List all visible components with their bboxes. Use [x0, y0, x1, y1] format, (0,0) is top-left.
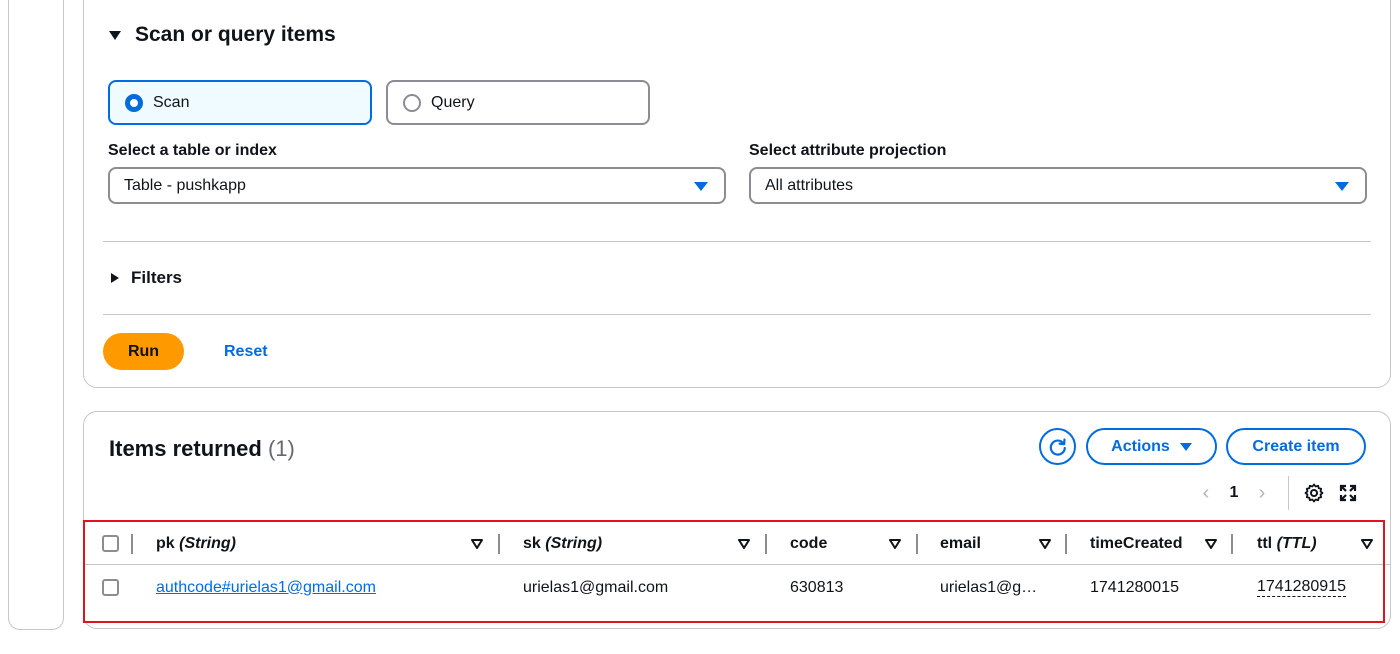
side-navigation-rail: [8, 0, 64, 630]
column-type: (TTL): [1276, 534, 1317, 552]
expand-icon: [1339, 484, 1357, 502]
column-separator[interactable]: [916, 534, 918, 554]
column-header-timecreated[interactable]: timeCreated: [1090, 522, 1182, 565]
table-header: pk (String) sk (String) code email timeC…: [84, 522, 1390, 565]
column-name: timeCreated: [1090, 534, 1183, 552]
projection-select[interactable]: All attributes: [749, 167, 1367, 204]
table-select-value: Table - pushkapp: [124, 176, 246, 194]
query-mode-label: Query: [431, 93, 475, 111]
items-title: Items returned (1): [109, 436, 295, 462]
refresh-icon: [1049, 437, 1066, 456]
divider: [103, 314, 1371, 315]
column-name: email: [940, 534, 981, 552]
filters-label: Filters: [131, 268, 183, 287]
dropdown-caret-icon: [694, 182, 708, 191]
column-name: ttl: [1257, 534, 1273, 552]
actions-button[interactable]: Actions: [1086, 428, 1217, 465]
chevron-left-icon[interactable]: ‹: [1194, 481, 1218, 505]
column-header-pk[interactable]: pk (String): [156, 522, 236, 565]
page-number[interactable]: 1: [1218, 484, 1250, 502]
items-count: (1): [267, 436, 295, 461]
sk-value: urielas1@gmail.com: [523, 578, 669, 596]
code-value: 630813: [790, 578, 844, 596]
scan-query-panel: Scan or query items Scan Query Select a …: [83, 0, 1391, 388]
refresh-button[interactable]: [1039, 428, 1076, 465]
radio-unchecked-icon[interactable]: [403, 93, 421, 112]
column-header-ttl[interactable]: ttl (TTL): [1257, 522, 1317, 565]
table-row[interactable]: authcode#urielas1@gmail.com urielas1@gma…: [84, 566, 1390, 612]
projection-select-value: All attributes: [765, 176, 854, 194]
caret-down-icon: [109, 30, 121, 40]
settings-button[interactable]: [1301, 480, 1327, 506]
column-separator[interactable]: [1231, 534, 1233, 554]
divider: [1288, 476, 1289, 510]
column-name: code: [790, 534, 828, 552]
pagination: ‹ 1 ›: [1194, 476, 1369, 510]
projection-select-label: Select attribute projection: [749, 142, 947, 159]
actions-label: Actions: [1111, 437, 1170, 455]
create-item-label: Create item: [1252, 437, 1340, 455]
divider: [103, 241, 1371, 242]
column-separator[interactable]: [1065, 534, 1067, 554]
scan-mode-tile[interactable]: Scan: [108, 80, 372, 125]
column-name: pk: [156, 534, 175, 552]
pk-link[interactable]: authcode#urielas1@gmail.com: [156, 579, 376, 597]
column-type: (String): [545, 534, 603, 552]
table-select-label: Select a table or index: [108, 142, 277, 159]
column-separator[interactable]: [498, 534, 500, 554]
filters-toggle[interactable]: Filters: [111, 268, 182, 288]
column-header-sk[interactable]: sk (String): [523, 522, 602, 565]
column-header-email[interactable]: email: [940, 522, 981, 565]
reset-button[interactable]: Reset: [224, 343, 268, 361]
create-item-button[interactable]: Create item: [1226, 428, 1366, 465]
caret-right-icon: [111, 273, 119, 283]
section-title: Scan or query items: [135, 23, 336, 46]
dropdown-caret-icon: [1179, 442, 1192, 451]
dropdown-caret-icon: [1335, 182, 1349, 191]
row-checkbox[interactable]: [102, 579, 119, 596]
run-button[interactable]: Run: [103, 333, 184, 370]
items-title-text: Items returned: [109, 436, 262, 461]
column-separator[interactable]: [131, 534, 133, 554]
query-mode-tile[interactable]: Query: [386, 80, 650, 125]
email-value: urielas1@g…: [940, 578, 1038, 596]
items-returned-panel: Items returned (1) Actions Create item ‹…: [83, 411, 1391, 629]
column-separator[interactable]: [765, 534, 767, 554]
scan-query-toggle[interactable]: Scan or query items: [109, 23, 336, 47]
ttl-value[interactable]: 1741280915: [1257, 578, 1346, 597]
gear-icon: [1304, 483, 1324, 503]
column-name: sk: [523, 534, 541, 552]
column-header-code[interactable]: code: [790, 522, 827, 565]
scan-mode-label: Scan: [153, 93, 190, 111]
chevron-right-icon[interactable]: ›: [1250, 481, 1274, 505]
select-all-checkbox[interactable]: [102, 535, 119, 552]
radio-checked-icon[interactable]: [125, 93, 143, 112]
column-type: (String): [179, 534, 236, 552]
fullscreen-button[interactable]: [1335, 480, 1361, 506]
timecreated-value: 1741280015: [1090, 578, 1179, 596]
table-select[interactable]: Table - pushkapp: [108, 167, 726, 204]
